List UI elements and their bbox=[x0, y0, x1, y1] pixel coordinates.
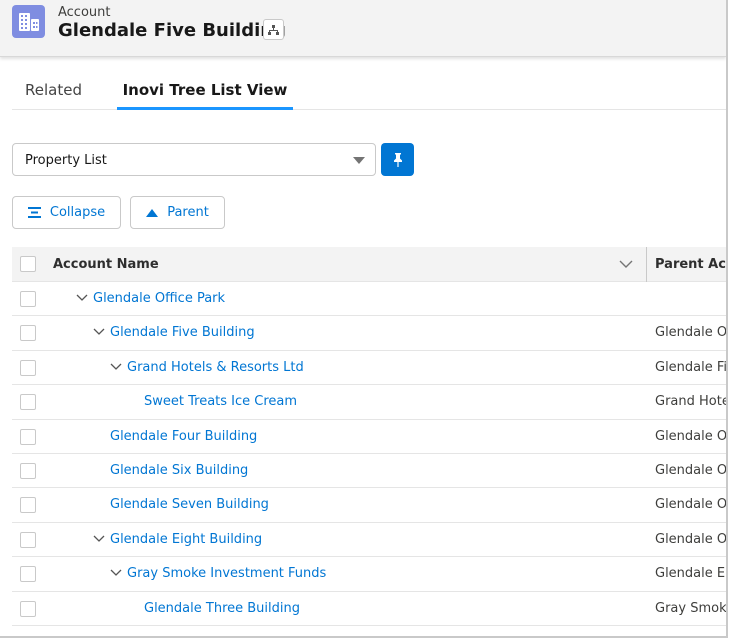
select-all-checkbox[interactable] bbox=[20, 256, 36, 272]
table-row: Glendale Five Building Glendale Off bbox=[12, 316, 726, 351]
list-view-select-value: Property List bbox=[25, 153, 107, 168]
record-page: Account Glendale Five Building Related I… bbox=[0, 0, 728, 638]
parent-account-cell[interactable]: Grand Hotels bbox=[655, 394, 726, 409]
table-row: Glendale Three Building Gray Smoke bbox=[12, 592, 726, 626]
list-view-select[interactable]: Property List bbox=[12, 143, 376, 176]
account-name-link[interactable]: Glendale Three Building bbox=[144, 601, 300, 616]
row-checkbox[interactable] bbox=[20, 359, 36, 376]
chevron-down-icon[interactable] bbox=[619, 260, 633, 269]
parent-account-cell[interactable]: Glendale Off bbox=[655, 325, 726, 340]
building-icon bbox=[12, 5, 45, 38]
table-row: Glendale Office Park bbox=[12, 282, 726, 317]
hierarchy-icon bbox=[268, 24, 279, 35]
account-name-link[interactable]: Glendale Five Building bbox=[110, 325, 255, 340]
parent-account-cell[interactable]: Glendale Off bbox=[655, 497, 726, 512]
pin-button[interactable] bbox=[381, 143, 414, 176]
column-header-parent-account[interactable]: Parent Acco bbox=[655, 257, 726, 272]
row-checkbox[interactable] bbox=[20, 566, 36, 583]
parent-label: Parent bbox=[167, 205, 209, 220]
account-name-link[interactable]: Glendale Seven Building bbox=[110, 497, 269, 512]
table-row: Glendale Seven Building Glendale Off bbox=[12, 488, 726, 523]
collapse-label: Collapse bbox=[49, 205, 106, 220]
row-checkbox[interactable] bbox=[20, 394, 36, 411]
account-name-link[interactable]: Glendale Eight Building bbox=[110, 532, 262, 547]
table-header: Account Name Parent Acco bbox=[12, 247, 726, 282]
parent-account-cell[interactable]: Glendale Fiv bbox=[655, 360, 726, 375]
column-divider[interactable] bbox=[646, 247, 647, 282]
chevron-down-icon[interactable] bbox=[76, 291, 88, 303]
row-checkbox[interactable] bbox=[20, 325, 36, 342]
tab-related[interactable]: Related bbox=[25, 81, 82, 99]
parent-account-cell[interactable]: Glendale Off bbox=[655, 429, 726, 444]
table-row: Grand Hotels & Resorts Ltd Glendale Fiv bbox=[12, 351, 726, 386]
parent-account-cell[interactable]: Gray Smoke bbox=[655, 601, 726, 616]
row-checkbox[interactable] bbox=[20, 531, 36, 548]
collapse-icon bbox=[27, 207, 41, 218]
active-tab-indicator bbox=[117, 107, 293, 110]
view-hierarchy-button[interactable] bbox=[263, 19, 284, 40]
table-row: Glendale Four Building Glendale Off bbox=[12, 420, 726, 454]
account-name-link[interactable]: Gray Smoke Investment Funds bbox=[127, 566, 326, 581]
caret-down-icon bbox=[353, 157, 365, 164]
parent-account-cell[interactable]: Glendale Eig bbox=[655, 566, 726, 581]
account-name-link[interactable]: Glendale Office Park bbox=[93, 291, 225, 306]
table-row: Glendale Six Building Glendale Off bbox=[12, 454, 726, 489]
triangle-up-icon bbox=[146, 208, 159, 217]
table-row: Gray Smoke Investment Funds Glendale Eig bbox=[12, 557, 726, 592]
parent-account-cell[interactable]: Glendale Off bbox=[655, 463, 726, 478]
object-label: Account bbox=[58, 5, 111, 20]
page-title: Glendale Five Building bbox=[58, 20, 286, 41]
parent-button[interactable]: Parent bbox=[130, 196, 225, 229]
collapse-button[interactable]: Collapse bbox=[12, 196, 121, 229]
record-header: Account Glendale Five Building bbox=[0, 0, 726, 57]
pin-icon bbox=[393, 152, 402, 167]
row-checkbox[interactable] bbox=[20, 291, 36, 307]
chevron-down-icon[interactable] bbox=[93, 532, 105, 544]
account-name-link[interactable]: Glendale Four Building bbox=[110, 429, 257, 444]
chevron-down-icon[interactable] bbox=[93, 325, 105, 337]
account-name-link[interactable]: Grand Hotels & Resorts Ltd bbox=[127, 360, 304, 375]
chevron-down-icon[interactable] bbox=[110, 566, 122, 578]
parent-account-cell[interactable]: Glendale Off bbox=[655, 532, 726, 547]
table-row: Glendale Eight Building Glendale Off bbox=[12, 523, 726, 558]
row-checkbox[interactable] bbox=[20, 600, 36, 617]
account-name-link[interactable]: Glendale Six Building bbox=[110, 463, 248, 478]
row-checkbox[interactable] bbox=[20, 463, 36, 479]
account-name-link[interactable]: Sweet Treats Ice Cream bbox=[144, 394, 297, 409]
column-header-account-name[interactable]: Account Name bbox=[53, 257, 159, 272]
table-row: Sweet Treats Ice Cream Grand Hotels bbox=[12, 385, 726, 420]
row-checkbox[interactable] bbox=[20, 428, 36, 445]
tab-inovi-tree-list-view[interactable]: Inovi Tree List View bbox=[117, 81, 293, 99]
chevron-down-icon[interactable] bbox=[110, 360, 122, 372]
row-checkbox[interactable] bbox=[20, 497, 36, 514]
